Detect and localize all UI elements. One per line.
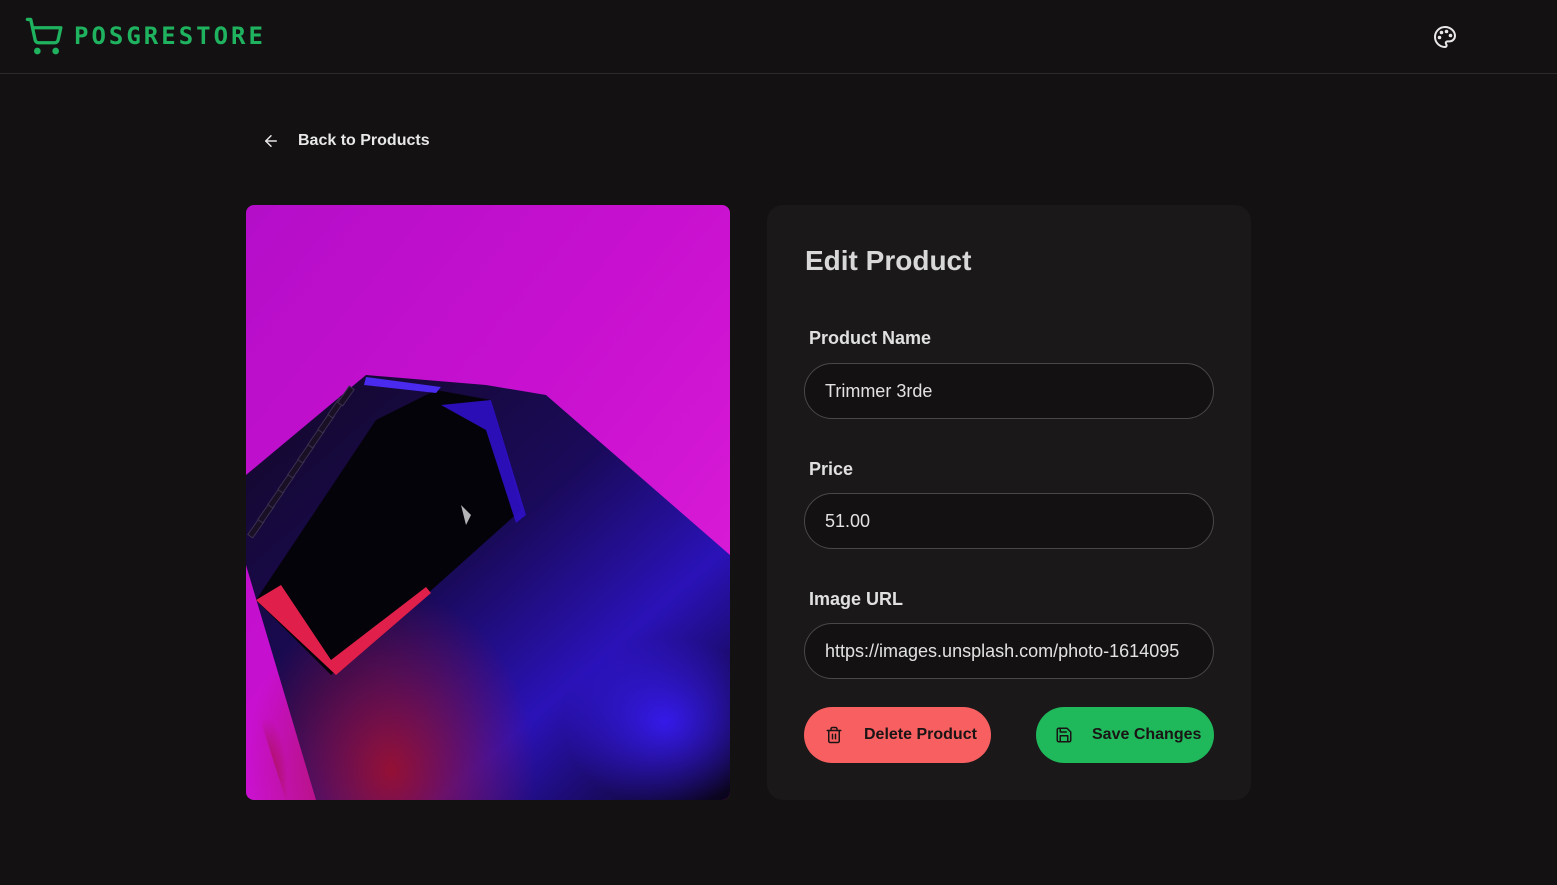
save-button-label: Save Changes [1092,726,1202,743]
arrow-left-icon [265,135,277,147]
back-to-products-link[interactable]: Back to Products [262,126,430,156]
price-label: Price [809,459,854,479]
navbar: POSGRESTORE [0,0,1557,74]
product-name-label: Product Name [809,328,932,348]
brand-name: POSGRESTORE [74,22,266,50]
product-image [246,205,730,800]
palette-icon [1434,26,1456,48]
price-input[interactable] [804,493,1214,549]
back-link-label: Back to Products [298,132,430,149]
edit-product-card: Edit Product Product Name Price Image UR… [767,205,1251,800]
save-changes-button[interactable]: Save Changes [1036,707,1214,763]
theme-selector-button[interactable] [1430,22,1460,52]
delete-product-button[interactable]: Delete Product [804,707,991,763]
image-url-label: Image URL [809,589,904,609]
edit-product-title: Edit Product [805,245,972,276]
product-photo [246,205,730,800]
product-name-input[interactable] [804,363,1214,419]
shopping-cart-icon [25,17,63,55]
save-icon [1054,725,1074,745]
brand-logo[interactable]: POSGRESTORE [24,16,266,56]
delete-button-label: Delete Product [864,726,977,743]
image-url-input[interactable] [804,623,1214,679]
trash-icon [824,725,844,745]
